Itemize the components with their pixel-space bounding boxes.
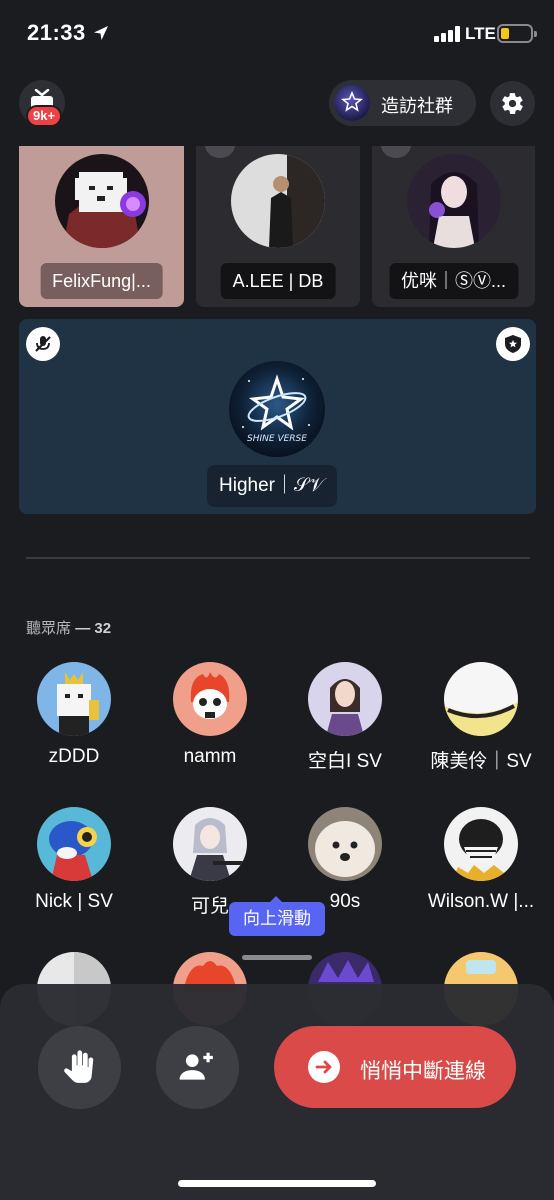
- mic-off-icon: [35, 336, 51, 352]
- audience-name: zDDD: [48, 746, 100, 767]
- speaker-tile[interactable]: FelixFung|...: [19, 146, 184, 307]
- location-arrow-icon: [94, 26, 108, 40]
- audience-avatar: [308, 807, 382, 881]
- audience-name: 空白I SV: [308, 751, 382, 772]
- sheet-drag-handle[interactable]: [242, 955, 312, 960]
- leave-icon-circle: [308, 1051, 340, 1083]
- raise-hand-icon: [64, 1050, 94, 1083]
- speaker-tile[interactable]: A.LEE | DB: [196, 146, 360, 307]
- speaker-name: A.LEE | DB: [220, 263, 336, 299]
- status-time: 21:33: [27, 20, 86, 45]
- speaker-avatar: [231, 154, 325, 248]
- signal-icon: [434, 26, 460, 42]
- speaker-name: FelixFung|...: [40, 263, 163, 299]
- speaker-tile[interactable]: 优咪｜ⓈⓋ...: [372, 146, 535, 307]
- audience-avatar: [37, 807, 111, 881]
- speaker-avatar: [54, 154, 149, 248]
- status-bar: 21:33 LTE: [0, 0, 554, 70]
- featured-speaker-tile[interactable]: SHINE VERSE Higher｜𝒮𝒱: [19, 319, 536, 514]
- mic-off-badge: [26, 327, 60, 361]
- featured-speaker-name: Higher｜𝒮𝒱: [207, 465, 337, 507]
- audience-name: Wilson.W |...: [427, 891, 535, 912]
- home-indicator[interactable]: [178, 1180, 376, 1187]
- speaker-avatar: [406, 154, 501, 248]
- audience-member[interactable]: Nick | SV: [14, 807, 134, 913]
- audience-avatar: [173, 662, 247, 736]
- audience-member[interactable]: zDDD: [14, 662, 134, 768]
- audience-name: Nick | SV: [35, 891, 113, 912]
- audience-member[interactable]: 陳美伶｜SV: [421, 662, 541, 773]
- audience-separator: —: [75, 620, 91, 637]
- moderator-badge: [496, 327, 530, 361]
- notification-badge: 9k+: [26, 105, 63, 127]
- add-user-icon: [179, 1052, 213, 1080]
- audience-avatar: [444, 662, 518, 736]
- audience-name: 陳美伶｜SV: [430, 751, 532, 772]
- arrow-right-icon: [315, 1060, 332, 1074]
- audience-avatar: [37, 662, 111, 736]
- audience-header: 聽眾席 — 32: [26, 617, 111, 638]
- invite-button[interactable]: [156, 1026, 239, 1109]
- settings-button[interactable]: [490, 81, 535, 126]
- mic-off-badge: [381, 146, 411, 158]
- section-divider: [26, 557, 530, 559]
- swipe-up-tooltip: 向上滑動: [229, 896, 325, 936]
- leave-quietly-button[interactable]: 悄悄中斷連線: [274, 1026, 516, 1108]
- speaker-name: 优咪｜ⓈⓋ...: [388, 263, 519, 299]
- mic-off-badge: [205, 146, 235, 158]
- shield-star-icon: [505, 335, 521, 353]
- audience-member[interactable]: Wilson.W |...: [421, 807, 541, 913]
- featured-logo-text: SHINE VERSE: [247, 434, 307, 444]
- leave-label: 悄悄中斷連線: [360, 1060, 486, 1083]
- network-label: LTE: [465, 24, 496, 43]
- gear-icon: [502, 93, 523, 114]
- audience-member[interactable]: 空白I SV: [285, 662, 405, 773]
- community-logo: [334, 85, 370, 121]
- visit-community-button[interactable]: 造訪社群: [329, 80, 476, 126]
- battery-icon: [497, 24, 537, 43]
- audience-name: namm: [183, 746, 237, 767]
- audience-avatar: [308, 662, 382, 736]
- audience-member[interactable]: 90s: [285, 807, 405, 913]
- featured-speaker-avatar: SHINE VERSE: [229, 361, 325, 457]
- audience-member[interactable]: namm: [150, 662, 270, 768]
- raise-hand-button[interactable]: [38, 1026, 121, 1109]
- audience-label: 聽眾席: [26, 620, 72, 637]
- visit-community-label: 造訪社群: [381, 96, 453, 116]
- audience-count: 32: [94, 620, 112, 637]
- audience-avatar: [173, 807, 247, 881]
- audience-avatar: [444, 807, 518, 881]
